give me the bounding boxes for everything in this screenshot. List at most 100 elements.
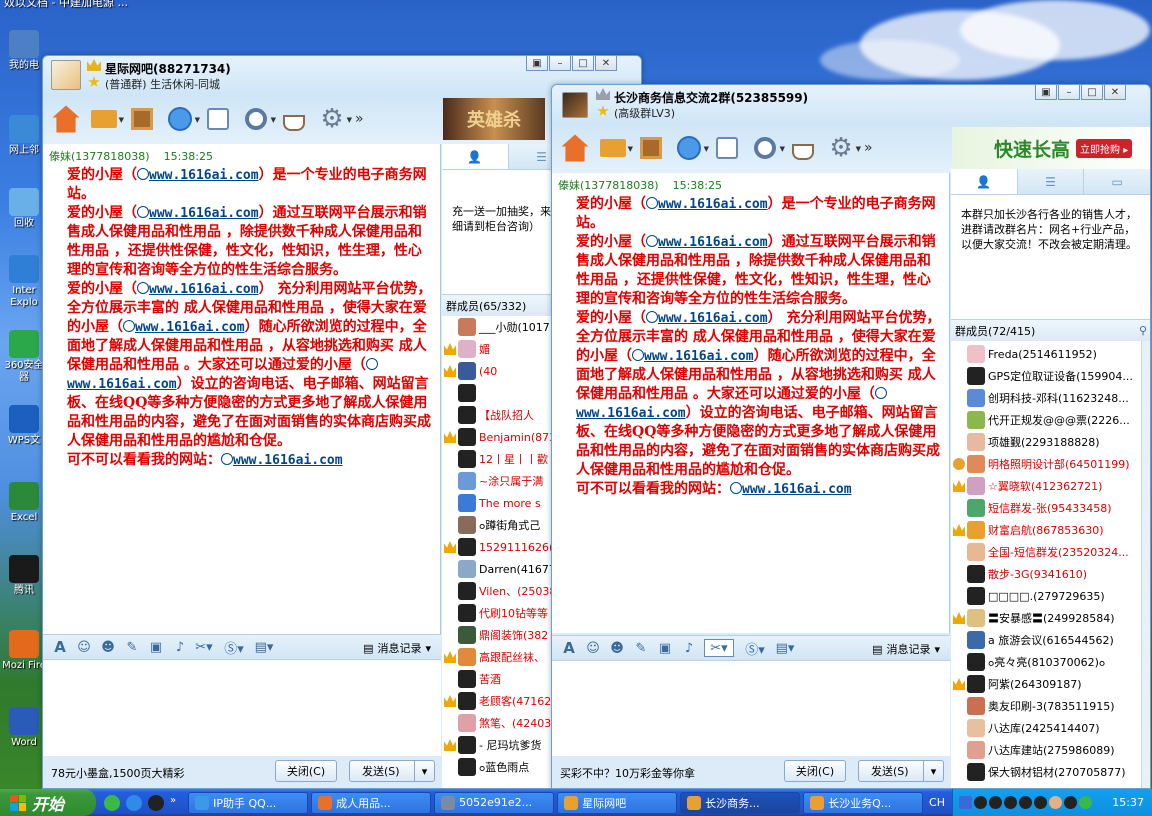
website-link[interactable]: www.1616ai.com [658,311,768,326]
member-avatar[interactable] [458,736,476,754]
settings-icon[interactable]: ⚙ ▼ [826,133,861,163]
send-button[interactable]: 发送(S) ▾ [349,760,435,782]
member-row[interactable]: 短信群发-张(95433458) [951,497,1150,519]
search-icon[interactable]: ⚲ [1139,324,1147,337]
member-list[interactable]: Freda(2514611952) GPS定位取证设备(159904... 创玥科技… [951,341,1150,788]
member-avatar[interactable] [967,477,985,495]
desktop-icon[interactable]: Mozi Fire [2,630,46,672]
note-icon[interactable] [712,133,742,163]
member-avatar[interactable] [967,367,985,385]
member-row[interactable]: ☆翼晓软(412362721) [951,475,1150,497]
webcam-icon[interactable]: ▼ [750,133,785,163]
image-icon[interactable]: ▣ [147,638,165,656]
website-link[interactable]: www.1616ai.com [233,453,343,468]
qq-tray-icon[interactable] [1004,796,1017,809]
member-row[interactable]: 八达库建站(275986089) [951,739,1150,761]
qq-tray-icon[interactable] [1019,796,1032,809]
member-avatar[interactable] [967,345,985,363]
member-avatar[interactable] [967,697,985,715]
maximize-icon[interactable]: □ [572,56,594,71]
tab-members[interactable]: 👤 [442,144,509,169]
member-avatar[interactable] [967,565,985,583]
ie-icon[interactable] [126,794,142,811]
message-record-button[interactable]: ▤ 消息记录 ▾ [363,640,431,656]
avatar-tray-icon[interactable] [1049,796,1062,809]
member-avatar[interactable] [458,406,476,424]
website-link[interactable]: www.1616ai.com [149,206,259,221]
font-icon[interactable]: A [560,639,578,657]
taskbar-button[interactable]: 成人用品... [311,791,432,814]
folder-icon[interactable]: ▼ [89,104,124,134]
member-avatar[interactable] [967,653,985,671]
more-arrows-icon[interactable]: » [355,111,364,127]
qq-tray-icon[interactable] [974,796,987,809]
member-avatar[interactable] [967,609,985,627]
magic-emoji-icon[interactable]: ☻ [99,638,117,656]
website-link[interactable]: www.1616ai.com [135,320,245,335]
member-avatar[interactable] [458,714,476,732]
network-tray-icon[interactable] [959,796,972,809]
doodle-icon[interactable]: ✎ [632,639,650,657]
member-row[interactable]: 全国-短信群发(23520324... [951,541,1150,563]
font-icon[interactable]: A [51,638,69,656]
voice-icon[interactable]: ▼ [165,104,200,134]
tab-files[interactable]: ▭ [1084,169,1150,194]
skin-icon[interactable]: ▣ [526,56,548,71]
qq-icon[interactable] [148,794,164,811]
screenshot-icon[interactable]: ✂▾ [704,639,734,657]
desktop-icon[interactable]: 腾讯 [2,555,46,597]
member-row[interactable]: 奥友印刷-3(783511915) [951,695,1150,717]
quick-reply-icon[interactable]: ▤▾ [255,638,274,656]
chat-history[interactable]: 傣妹(1377818038) 15:38:25 爱的小屋（ www.1616ai.… [552,173,950,633]
member-avatar[interactable] [967,741,985,759]
desktop-icon[interactable]: 网上邻 [2,115,46,157]
message-record-button[interactable]: ▤ 消息记录 ▾ [872,641,940,657]
member-avatar[interactable] [967,433,985,451]
member-row[interactable]: 明格照明设计部(64501199) [951,453,1150,475]
member-avatar[interactable] [458,604,476,622]
qq-tray-icon[interactable] [989,796,1002,809]
website-link[interactable]: www.1616ai.com [742,482,852,497]
desktop-icon[interactable]: 360安全 器 [2,330,46,384]
message-input[interactable] [552,661,950,756]
minimize-icon[interactable]: – [1058,85,1080,100]
member-row[interactable]: 阿紫(264309187) [951,673,1150,695]
member-scrollbar[interactable] [1141,341,1150,788]
member-avatar[interactable] [967,719,985,737]
tab-notice[interactable]: ☰ [1018,169,1085,194]
taskbar-button[interactable]: 5052e91e2... [434,791,555,814]
member-row[interactable]: 项雄觐(2293188828) [951,431,1150,453]
desktop-icon[interactable]: Excel [2,482,46,524]
member-row[interactable]: Freda(2514611952) [951,343,1150,365]
member-avatar[interactable] [458,384,476,402]
member-avatar[interactable] [967,587,985,605]
member-row[interactable]: 八达库(2425414407) [951,717,1150,739]
member-avatar[interactable] [458,318,476,336]
clock[interactable]: 15:37 [1112,796,1144,809]
member-avatar[interactable] [458,340,476,358]
coffee-icon[interactable] [279,104,309,134]
quick-reply-icon[interactable]: ▤▾ [776,639,795,657]
send-button[interactable]: 发送(S) ▾ [858,760,944,782]
taskbar-button[interactable]: 长沙商务... [680,791,801,814]
quick-launch-more-icon[interactable]: » [170,795,176,811]
member-row[interactable]: a 旅游会议(616544562) [951,629,1150,651]
magic-emoji-icon[interactable]: ☻ [608,639,626,657]
member-avatar[interactable] [458,648,476,666]
member-row[interactable]: GPS定位取证设备(159904... [951,365,1150,387]
ad-banner[interactable]: 快速长高 立即抢购 ▸ [952,127,1150,169]
member-row[interactable]: 散步-3G(9341610) [951,563,1150,585]
member-row[interactable]: 创玥科技-邓科(11623248... [951,387,1150,409]
member-avatar[interactable] [458,428,476,446]
qq-tray-icon[interactable] [1064,796,1077,809]
close-button[interactable]: 关闭(C) [784,760,846,782]
ad-buy-button[interactable]: 立即抢购 ▸ [1076,138,1133,158]
member-avatar[interactable] [967,521,985,539]
ad-banner[interactable]: 英雄杀 [443,98,545,140]
desktop-icon[interactable]: Inter Explo [2,255,46,309]
desktop-icon[interactable]: 我的电 [2,30,46,72]
member-avatar[interactable] [458,560,476,578]
desktop-icon[interactable]: WPS文 [2,405,46,447]
member-avatar[interactable] [967,455,985,473]
home-icon[interactable] [561,134,589,162]
